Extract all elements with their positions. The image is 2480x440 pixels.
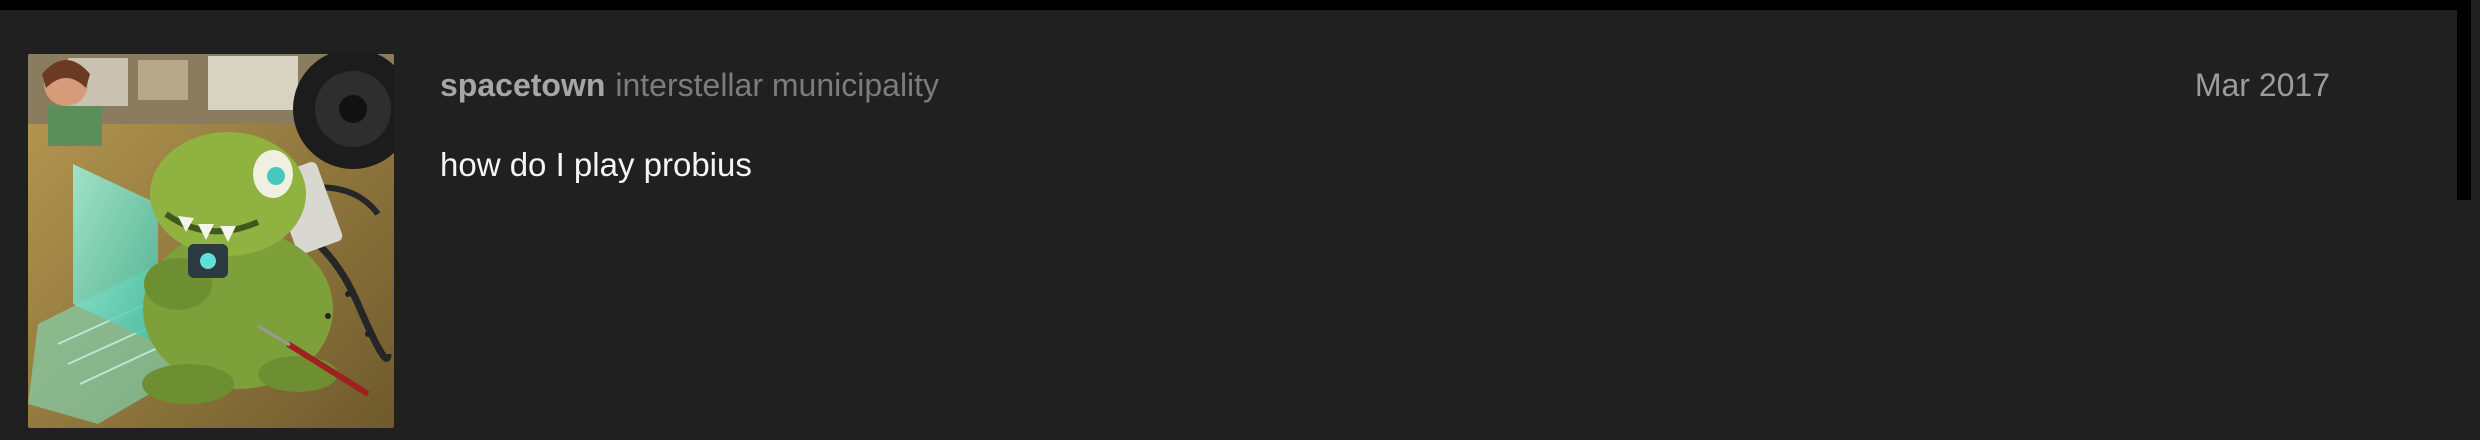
- post-header: spacetown interstellar municipality: [440, 60, 2340, 110]
- scrollbar-thumb[interactable]: [2457, 0, 2471, 200]
- username-link[interactable]: spacetown: [440, 67, 605, 103]
- window-top-border: [0, 0, 2480, 10]
- user-avatar[interactable]: [28, 54, 394, 428]
- robot-dinosaur-avatar-icon: [28, 54, 394, 428]
- post-date[interactable]: Mar 2017: [2150, 60, 2330, 110]
- forum-post: spacetown interstellar municipality Mar 2…: [0, 10, 2457, 440]
- post-body: how do I play probius: [440, 146, 752, 183]
- user-title: interstellar municipality: [615, 67, 940, 103]
